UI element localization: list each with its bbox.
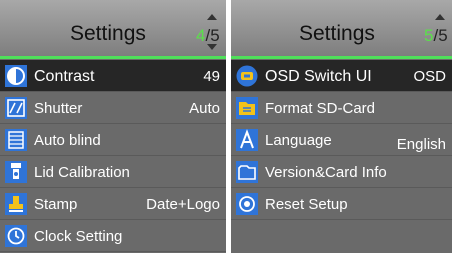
page-total: 5 bbox=[210, 26, 220, 45]
page-title: Settings bbox=[299, 22, 375, 45]
page-title: Settings bbox=[70, 22, 146, 45]
menu-item-clock-setting[interactable]: Clock Setting bbox=[0, 220, 226, 252]
menu-item-label: Auto blind bbox=[34, 132, 101, 149]
settings-list: Contrast 49 Shutter Auto Auto blind Lid … bbox=[0, 60, 226, 252]
menu-item-lid-calibration[interactable]: Lid Calibration bbox=[0, 156, 226, 188]
menu-item-language[interactable]: Language English bbox=[231, 124, 452, 156]
language-icon bbox=[236, 129, 258, 151]
panel-header: Settings 4 / 5 bbox=[0, 0, 226, 59]
menu-item-label: Clock Setting bbox=[34, 228, 123, 245]
menu-item-label: Contrast bbox=[34, 68, 95, 85]
stamp-icon bbox=[5, 193, 27, 215]
menu-item-stamp[interactable]: Stamp Date+Logo bbox=[0, 188, 226, 220]
shutter-icon bbox=[5, 97, 27, 119]
page-indicator: 5 / 5 bbox=[424, 26, 448, 46]
panel-header: Settings 5 / 5 bbox=[231, 0, 452, 59]
menu-item-label: Version&Card Info bbox=[265, 164, 387, 181]
menu-item-label: Format SD-Card bbox=[265, 100, 376, 117]
menu-item-label: Shutter bbox=[34, 100, 83, 117]
menu-item-osd-switch-ui[interactable]: OSD Switch UI OSD bbox=[231, 60, 452, 92]
menu-item-reset-setup[interactable]: Reset Setup bbox=[231, 188, 452, 220]
menu-item-label: OSD Switch UI bbox=[265, 68, 372, 85]
menu-item-label: Stamp bbox=[34, 196, 78, 213]
menu-item-value: Auto bbox=[189, 100, 220, 117]
menu-item-label: Reset Setup bbox=[265, 196, 348, 213]
menu-item-label: Language bbox=[265, 132, 332, 149]
menu-item-value: English bbox=[396, 136, 446, 153]
page-current: 5 bbox=[424, 26, 434, 45]
settings-panel-page-5: Settings 5 / 5 OSD Switch UI OSD Format … bbox=[231, 0, 452, 253]
menu-item-label: Lid Calibration bbox=[34, 164, 130, 181]
menu-item-value: OSD bbox=[413, 68, 446, 85]
clock-icon bbox=[5, 225, 27, 247]
menu-item-contrast[interactable]: Contrast 49 bbox=[0, 60, 226, 92]
contrast-icon bbox=[5, 65, 27, 87]
menu-item-auto-blind[interactable]: Auto blind bbox=[0, 124, 226, 156]
menu-item-format-sd-card[interactable]: Format SD-Card bbox=[231, 92, 452, 124]
page-up-arrow-icon[interactable] bbox=[207, 14, 217, 20]
settings-list: OSD Switch UI OSD Format SD-Card Languag… bbox=[231, 60, 452, 220]
page-current: 4 bbox=[196, 26, 206, 45]
menu-item-version-card-info[interactable]: Version&Card Info bbox=[231, 156, 452, 188]
page-total: 5 bbox=[438, 26, 448, 45]
sd-card-icon bbox=[236, 97, 258, 119]
osd-icon bbox=[236, 65, 258, 87]
page-up-arrow-icon[interactable] bbox=[435, 14, 445, 20]
menu-item-value: 49 bbox=[203, 68, 220, 85]
menu-item-shutter[interactable]: Shutter Auto bbox=[0, 92, 226, 124]
page-indicator: 4 / 5 bbox=[196, 26, 220, 46]
info-card-icon bbox=[236, 161, 258, 183]
page-down-arrow-icon[interactable] bbox=[207, 44, 217, 50]
calibration-icon bbox=[5, 161, 27, 183]
reset-icon bbox=[236, 193, 258, 215]
blind-icon bbox=[5, 129, 27, 151]
settings-panel-page-4: Settings 4 / 5 Contrast 49 Shutter Auto bbox=[0, 0, 226, 253]
menu-item-value: Date+Logo bbox=[146, 196, 220, 213]
